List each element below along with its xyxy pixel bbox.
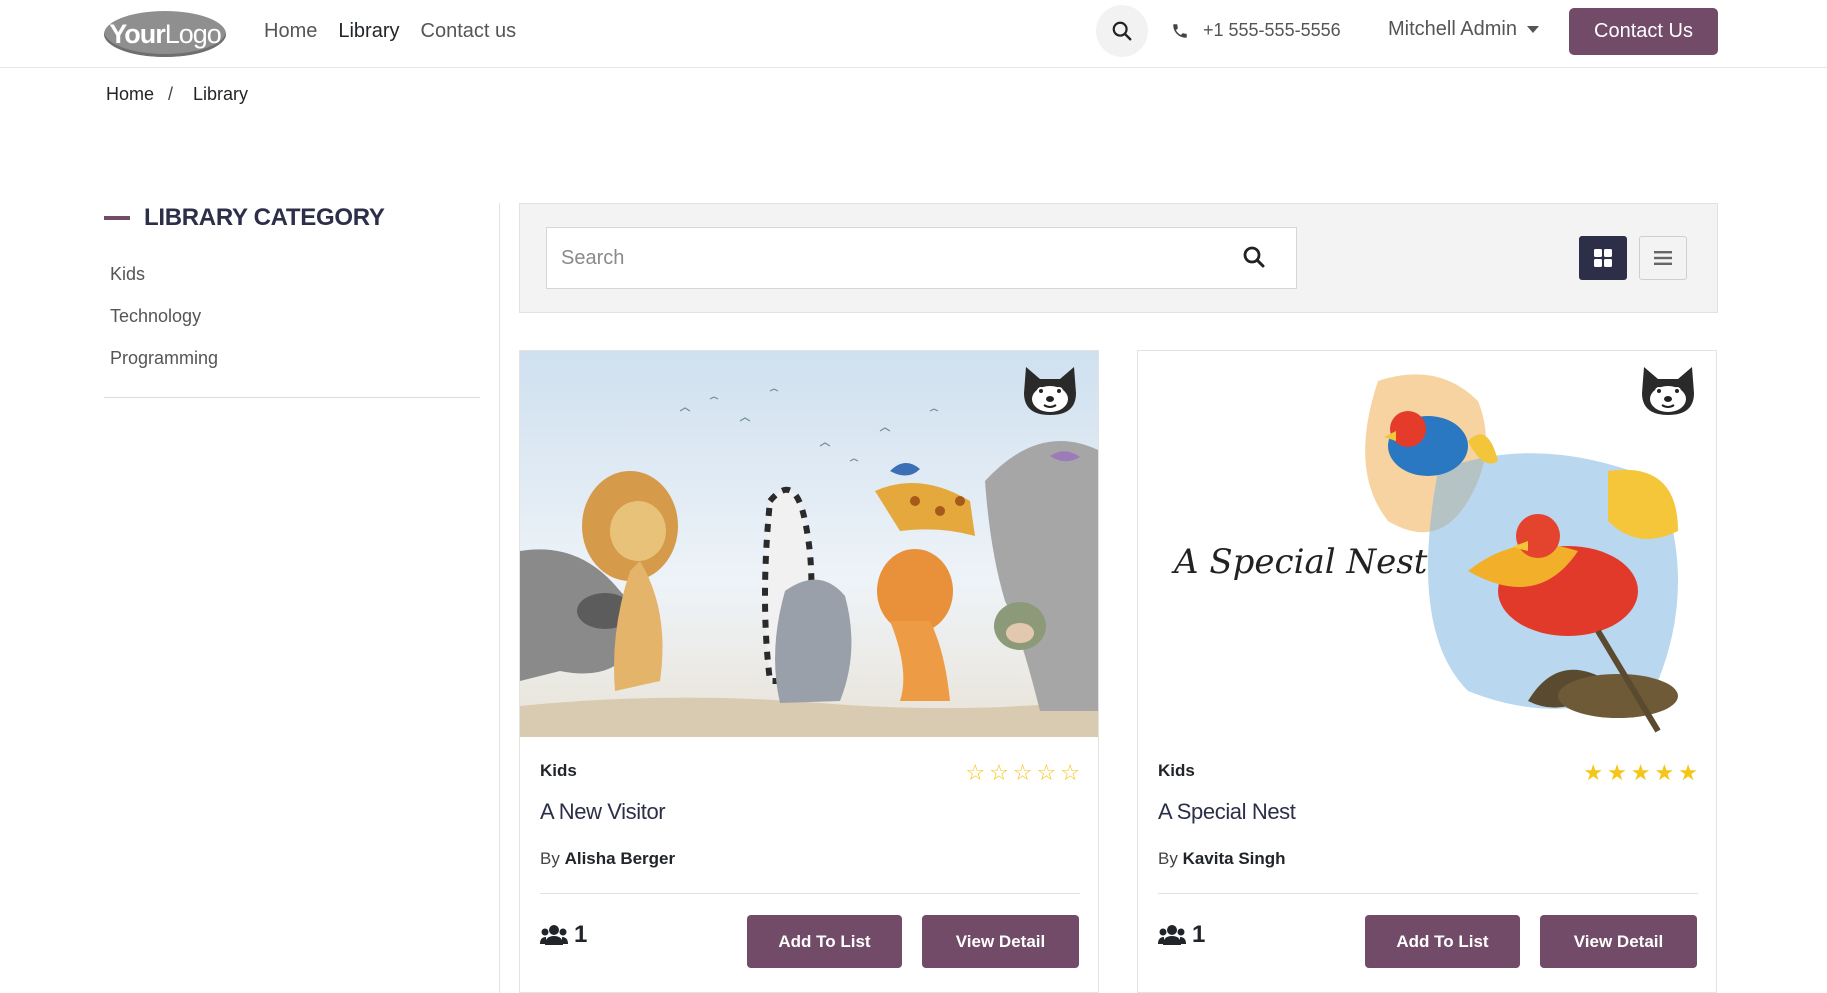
breadcrumb-separator: /	[168, 84, 174, 104]
book-category: Kids	[540, 761, 577, 780]
view-detail-button[interactable]: View Detail	[1540, 915, 1697, 968]
members-count: 1	[1158, 921, 1205, 949]
author-prefix: By	[540, 849, 560, 868]
rating-stars[interactable]: ★ ★ ★ ★ ★	[1583, 762, 1698, 784]
library-toolbar	[519, 203, 1718, 313]
star-outline-icon[interactable]: ☆	[1013, 762, 1033, 784]
list-view-icon	[1654, 251, 1672, 265]
book-author: By Kavita Singh	[1158, 849, 1286, 869]
cat-badge-icon	[1642, 367, 1694, 415]
grid-view-button[interactable]	[1579, 236, 1627, 280]
category-item-technology[interactable]: Technology	[110, 306, 218, 348]
list-view-button[interactable]	[1639, 236, 1687, 280]
phone-number: +1 555-555-5556	[1203, 20, 1341, 40]
nav-library[interactable]: Library	[338, 20, 399, 43]
members-count: 1	[540, 921, 587, 949]
user-menu[interactable]: Mitchell Admin	[1388, 18, 1539, 41]
star-filled-icon[interactable]: ★	[1655, 762, 1675, 784]
book-title[interactable]: A New Visitor	[540, 799, 666, 825]
star-filled-icon[interactable]: ★	[1583, 762, 1603, 784]
breadcrumb-library: Library	[193, 84, 249, 104]
phone-icon	[1173, 23, 1187, 38]
add-to-list-button[interactable]: Add To List	[1365, 915, 1520, 968]
caret-down-icon	[1526, 26, 1539, 33]
column-divider	[499, 203, 500, 993]
site-logo[interactable]: YourLogo	[104, 11, 226, 57]
sidebar-title: LIBRARY CATEGORY	[104, 204, 385, 232]
book-card: A Special Nest Kids ★ ★ ★ ★ ★ A Special …	[1137, 350, 1717, 993]
search-box	[546, 227, 1297, 289]
logo-text-light: Logo	[164, 19, 222, 49]
book-cover-image[interactable]: A Special Nest	[1138, 351, 1716, 737]
star-filled-icon[interactable]: ★	[1607, 762, 1627, 784]
rating-stars[interactable]: ☆ ☆ ☆ ☆ ☆	[965, 762, 1080, 784]
search-icon	[1112, 21, 1132, 41]
users-icon	[1158, 925, 1186, 945]
search-icon[interactable]	[1242, 245, 1266, 269]
members-number: 1	[1192, 921, 1206, 948]
members-number: 1	[574, 921, 588, 948]
breadcrumb-home[interactable]: Home	[106, 84, 154, 105]
sidebar-divider	[104, 397, 480, 398]
cover-title-text: A Special Nest	[1171, 542, 1428, 582]
author-prefix: By	[1158, 849, 1178, 868]
book-category: Kids	[1158, 761, 1195, 780]
book-cover-image[interactable]	[520, 351, 1098, 737]
users-icon	[540, 925, 568, 945]
star-outline-icon[interactable]: ☆	[989, 762, 1009, 784]
star-outline-icon[interactable]: ☆	[965, 762, 985, 784]
nav-home[interactable]: Home	[264, 20, 317, 43]
star-filled-icon[interactable]: ★	[1631, 762, 1651, 784]
author-name: Kavita Singh	[1182, 849, 1286, 868]
book-author: By Alisha Berger	[540, 849, 675, 869]
phone-contact[interactable]: +1 555-555-5556	[1171, 20, 1341, 41]
book-title[interactable]: A Special Nest	[1158, 799, 1296, 825]
grid-view-icon	[1594, 249, 1612, 267]
card-divider	[1158, 893, 1698, 894]
site-header: YourLogo Home Library Contact us +1 555-…	[0, 0, 1827, 68]
star-outline-icon[interactable]: ☆	[1037, 762, 1057, 784]
breadcrumb: Home / Library	[106, 84, 248, 105]
title-accent-bar	[104, 216, 130, 220]
cat-badge-icon	[1024, 367, 1076, 415]
sidebar-title-text: LIBRARY CATEGORY	[144, 204, 385, 231]
category-item-programming[interactable]: Programming	[110, 348, 218, 390]
main-nav: Home Library Contact us	[264, 0, 516, 63]
category-list: Kids Technology Programming	[110, 264, 218, 390]
header-search-button[interactable]	[1096, 5, 1148, 57]
star-outline-icon[interactable]: ☆	[1060, 762, 1080, 784]
contact-us-button[interactable]: Contact Us	[1569, 8, 1718, 55]
user-name: Mitchell Admin	[1388, 18, 1517, 40]
book-card: Kids ☆ ☆ ☆ ☆ ☆ A New Visitor By Alisha B…	[519, 350, 1099, 993]
nav-contact-us[interactable]: Contact us	[421, 20, 517, 43]
card-divider	[540, 893, 1080, 894]
author-name: Alisha Berger	[564, 849, 676, 868]
category-item-kids[interactable]: Kids	[110, 264, 218, 306]
star-filled-icon[interactable]: ★	[1678, 762, 1698, 784]
logo-text-bold: Your	[109, 19, 165, 49]
add-to-list-button[interactable]: Add To List	[747, 915, 902, 968]
view-detail-button[interactable]: View Detail	[922, 915, 1079, 968]
search-input[interactable]	[561, 228, 1211, 288]
